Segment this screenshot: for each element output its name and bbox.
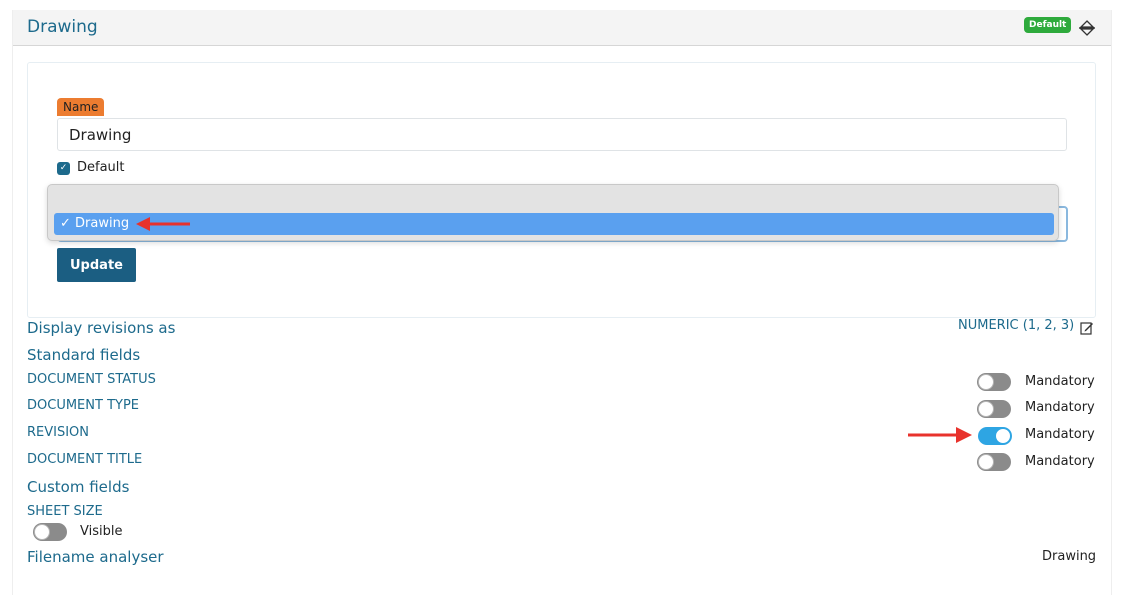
dropdown-option-drawing[interactable]: ✓ Drawing: [54, 213, 1054, 235]
field-label-document-status: DOCUMENT STATUS: [27, 372, 156, 387]
document-status-mandatory-toggle[interactable]: [977, 373, 1011, 391]
document-type-mandatory-toggle[interactable]: [977, 400, 1011, 418]
mandatory-label: Mandatory: [1025, 427, 1095, 442]
mandatory-label: Mandatory: [1025, 400, 1095, 415]
dropdown-option-label: Drawing: [75, 216, 130, 231]
toggle-knob: [978, 454, 994, 470]
sheet-size-visible-toggle[interactable]: [33, 523, 67, 541]
annotation-arrow-left-icon: [136, 217, 190, 231]
standard-fields-heading: Standard fields: [27, 346, 141, 364]
display-revisions-value[interactable]: NUMERIC (1, 2, 3): [958, 318, 1074, 333]
mandatory-label: Mandatory: [1025, 454, 1095, 469]
toggle-knob: [978, 374, 994, 390]
field-label-revision: REVISION: [27, 425, 90, 440]
toggle-knob: [995, 428, 1011, 444]
default-checkbox-label[interactable]: Default: [77, 160, 125, 175]
filename-analyser-label: Filename analyser: [27, 548, 164, 566]
field-label-sheet-size: SHEET SIZE: [27, 504, 103, 519]
name-input[interactable]: [57, 118, 1067, 151]
mandatory-label: Mandatory: [1025, 374, 1095, 389]
panel-title: Drawing: [27, 17, 98, 37]
toggle-knob: [978, 401, 994, 417]
name-field-label: Name: [57, 98, 105, 116]
visible-label: Visible: [80, 524, 123, 539]
revision-mandatory-toggle[interactable]: [978, 427, 1012, 445]
filename-analyser-value[interactable]: Drawing: [1042, 549, 1096, 564]
type-dropdown-menu: ✓ Drawing: [47, 184, 1059, 241]
update-button[interactable]: Update: [57, 248, 136, 282]
annotation-arrow-right-icon: [908, 427, 972, 443]
field-label-document-title: DOCUMENT TITLE: [27, 452, 143, 467]
display-revisions-label: Display revisions as: [27, 319, 176, 337]
sort-icon[interactable]: [1078, 19, 1096, 37]
check-icon: ✓: [60, 216, 71, 231]
toggle-knob: [34, 524, 50, 540]
field-label-document-type: DOCUMENT TYPE: [27, 398, 139, 413]
custom-fields-heading: Custom fields: [27, 478, 130, 496]
default-checkbox[interactable]: ✓: [57, 162, 70, 175]
default-badge: Default: [1024, 17, 1072, 33]
panel-header: Drawing Default: [13, 10, 1111, 46]
document-title-mandatory-toggle[interactable]: [977, 453, 1011, 471]
edit-icon[interactable]: [1080, 321, 1094, 335]
